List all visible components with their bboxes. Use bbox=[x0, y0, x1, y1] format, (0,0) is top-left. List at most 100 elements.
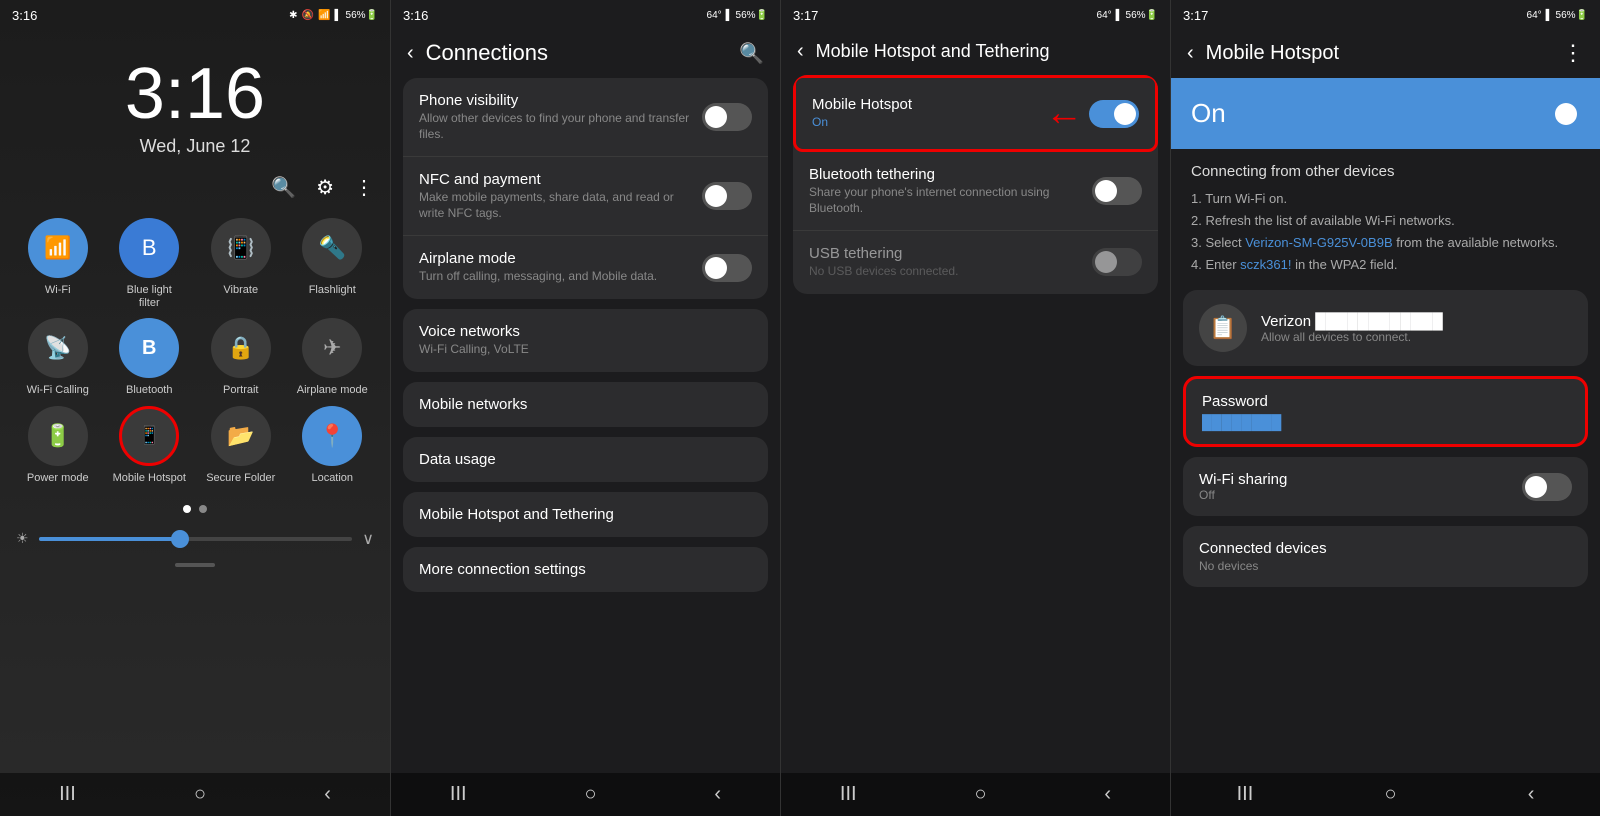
wifi-sharing-toggle[interactable] bbox=[1522, 473, 1572, 501]
bluetooth-tethering-sub: Share your phone's internet connection u… bbox=[809, 185, 1092, 216]
location-tile-icon[interactable]: 📍 bbox=[302, 406, 362, 466]
connections-card-3: Mobile networks bbox=[403, 382, 768, 427]
back-button-p1[interactable]: ‹ bbox=[324, 783, 331, 806]
tile-blue-light[interactable]: B Blue lightfilter bbox=[108, 218, 192, 310]
back-button-p4[interactable]: ‹ bbox=[1528, 783, 1535, 806]
mobile-hotspot-tethering-item[interactable]: Mobile Hotspot and Tethering ← bbox=[403, 492, 768, 537]
hotspot-main-toggle[interactable] bbox=[1530, 100, 1580, 128]
battery-text: 56%🔋 bbox=[346, 10, 378, 21]
hotspot-title: Mobile Hotspot bbox=[1206, 42, 1550, 65]
tile-flashlight[interactable]: 🔦 Flashlight bbox=[291, 218, 375, 310]
nfc-toggle[interactable] bbox=[702, 182, 752, 210]
data-usage-item[interactable]: Data usage bbox=[403, 437, 768, 482]
secure-folder-tile-icon[interactable]: 📂 bbox=[211, 406, 271, 466]
clock-time: 3:16 bbox=[0, 58, 390, 130]
tile-location[interactable]: 📍 Location bbox=[291, 406, 375, 485]
more-connection-title: More connection settings bbox=[419, 561, 752, 578]
tile-power-mode[interactable]: 🔋 Power mode bbox=[16, 406, 100, 485]
password-label: Password bbox=[1202, 393, 1569, 410]
panel-connections: 3:16 64° ▌ 56%🔋 ‹ Connections 🔍 Phone vi… bbox=[390, 0, 780, 816]
search-icon[interactable]: 🔍 bbox=[271, 175, 296, 200]
temp-p4: 64° bbox=[1527, 10, 1542, 21]
status-time-p3: 3:17 bbox=[793, 8, 818, 23]
mobile-networks-item[interactable]: Mobile networks bbox=[403, 382, 768, 427]
tile-airplane[interactable]: ✈ Airplane mode bbox=[291, 318, 375, 397]
wifi-tile-icon[interactable]: 📶 bbox=[28, 218, 88, 278]
back-button-p3[interactable]: ‹ bbox=[1104, 783, 1111, 806]
tile-secure-folder[interactable]: 📂 Secure Folder bbox=[199, 406, 283, 485]
recents-button-p1[interactable]: III bbox=[59, 783, 76, 806]
password-link[interactable]: sczk361! bbox=[1240, 257, 1291, 272]
connected-devices: Connected devices No devices bbox=[1183, 526, 1588, 587]
secure-folder-tile-label: Secure Folder bbox=[206, 472, 275, 485]
home-button-p3[interactable]: ○ bbox=[974, 783, 986, 806]
search-button-p2[interactable]: 🔍 bbox=[739, 41, 764, 66]
home-button-p2[interactable]: ○ bbox=[584, 783, 596, 806]
voice-networks-title: Voice networks bbox=[419, 323, 752, 340]
connections-title: Connections bbox=[426, 40, 727, 66]
back-button-p2[interactable]: ‹ bbox=[407, 42, 414, 65]
network-name: Verizon ████████████ bbox=[1261, 313, 1443, 330]
more-connection-settings-item[interactable]: More connection settings bbox=[403, 547, 768, 592]
nfc-sub: Make mobile payments, share data, and re… bbox=[419, 190, 702, 221]
bluetooth-tile-icon[interactable]: B bbox=[119, 318, 179, 378]
status-bar-p4: 3:17 64° ▌ 56%🔋 bbox=[1171, 0, 1600, 28]
bluetooth-tethering-item[interactable]: Bluetooth tethering Share your phone's i… bbox=[793, 152, 1158, 231]
home-button-p4[interactable]: ○ bbox=[1384, 783, 1396, 806]
status-icons-p3: 64° ▌ 56%🔋 bbox=[1097, 10, 1158, 21]
nav-bar-p3: III ○ ‹ bbox=[781, 773, 1170, 816]
hotspot-tethering-header: ‹ Mobile Hotspot and Tethering bbox=[781, 28, 1170, 75]
voice-networks-item[interactable]: Voice networks Wi-Fi Calling, VoLTE bbox=[403, 309, 768, 372]
usb-tethering-item[interactable]: USB tethering No USB devices connected. bbox=[793, 231, 1158, 294]
tile-mobile-hotspot[interactable]: 📱 Mobile Hotspot bbox=[108, 406, 192, 485]
nfc-payment-item[interactable]: NFC and payment Make mobile payments, sh… bbox=[403, 157, 768, 236]
password-block[interactable]: Password ████████ bbox=[1183, 376, 1588, 447]
brightness-thumb[interactable] bbox=[171, 530, 189, 548]
tile-portrait[interactable]: 🔒 Portrait bbox=[199, 318, 283, 397]
vibrate-tile-icon[interactable]: 📳 bbox=[211, 218, 271, 278]
bluetooth-tile-label: Bluetooth bbox=[126, 384, 172, 397]
brightness-expand-icon[interactable]: ∨ bbox=[362, 529, 374, 549]
power-mode-tile-icon[interactable]: 🔋 bbox=[28, 406, 88, 466]
network-row[interactable]: 📋 Verizon ████████████ Allow all devices… bbox=[1183, 290, 1588, 366]
wifi-sharing-row[interactable]: Wi-Fi sharing Off bbox=[1183, 457, 1588, 516]
blue-light-tile-icon[interactable]: B bbox=[119, 218, 179, 278]
phone-visibility-item[interactable]: Phone visibility Allow other devices to … bbox=[403, 78, 768, 157]
tile-wifi[interactable]: 📶 Wi-Fi bbox=[16, 218, 100, 310]
connections-list: Phone visibility Allow other devices to … bbox=[391, 78, 780, 773]
recents-button-p4[interactable]: III bbox=[1237, 783, 1254, 806]
bluetooth-tethering-toggle[interactable] bbox=[1092, 177, 1142, 205]
flashlight-tile-icon[interactable]: 🔦 bbox=[302, 218, 362, 278]
recents-button-p3[interactable]: III bbox=[840, 783, 857, 806]
more-icon[interactable]: ⋮ bbox=[354, 175, 374, 200]
back-button-p2[interactable]: ‹ bbox=[714, 783, 721, 806]
recents-button-p2[interactable]: III bbox=[450, 783, 467, 806]
airplane-mode-item[interactable]: Airplane mode Turn off calling, messagin… bbox=[403, 236, 768, 299]
brightness-row: ☀ ∨ bbox=[0, 523, 390, 555]
settings-icon[interactable]: ⚙ bbox=[316, 175, 334, 200]
tile-wifi-calling[interactable]: 📡 Wi-Fi Calling bbox=[16, 318, 100, 397]
network-sub: Allow all devices to connect. bbox=[1261, 330, 1443, 344]
mobile-hotspot-tile-icon[interactable]: 📱 bbox=[119, 406, 179, 466]
mobile-hotspot-item[interactable]: Mobile Hotspot On ← bbox=[793, 75, 1158, 152]
airplane-toggle[interactable] bbox=[702, 254, 752, 282]
network-name-link[interactable]: Verizon-SM-G925V-0B9B bbox=[1245, 235, 1392, 250]
connecting-title: Connecting from other devices bbox=[1191, 163, 1580, 180]
phone-visibility-toggle[interactable] bbox=[702, 103, 752, 131]
airplane-sub: Turn off calling, messaging, and Mobile … bbox=[419, 269, 702, 285]
brightness-track[interactable] bbox=[39, 537, 353, 541]
back-button-p4[interactable]: ‹ bbox=[1187, 42, 1194, 65]
clock-date: Wed, June 12 bbox=[0, 136, 390, 157]
mobile-hotspot-toggle[interactable] bbox=[1089, 100, 1139, 128]
back-button-p3[interactable]: ‹ bbox=[797, 40, 804, 63]
tile-bluetooth[interactable]: B Bluetooth bbox=[108, 318, 192, 397]
dot-1 bbox=[183, 505, 191, 513]
dot-2 bbox=[199, 505, 207, 513]
portrait-tile-icon[interactable]: 🔒 bbox=[211, 318, 271, 378]
airplane-tile-icon[interactable]: ✈ bbox=[302, 318, 362, 378]
home-button-p1[interactable]: ○ bbox=[194, 783, 206, 806]
more-button-p4[interactable]: ⋮ bbox=[1562, 40, 1584, 66]
tile-vibrate[interactable]: 📳 Vibrate bbox=[199, 218, 283, 310]
status-bar-p2: 3:16 64° ▌ 56%🔋 bbox=[391, 0, 780, 28]
wifi-calling-tile-icon[interactable]: 📡 bbox=[28, 318, 88, 378]
